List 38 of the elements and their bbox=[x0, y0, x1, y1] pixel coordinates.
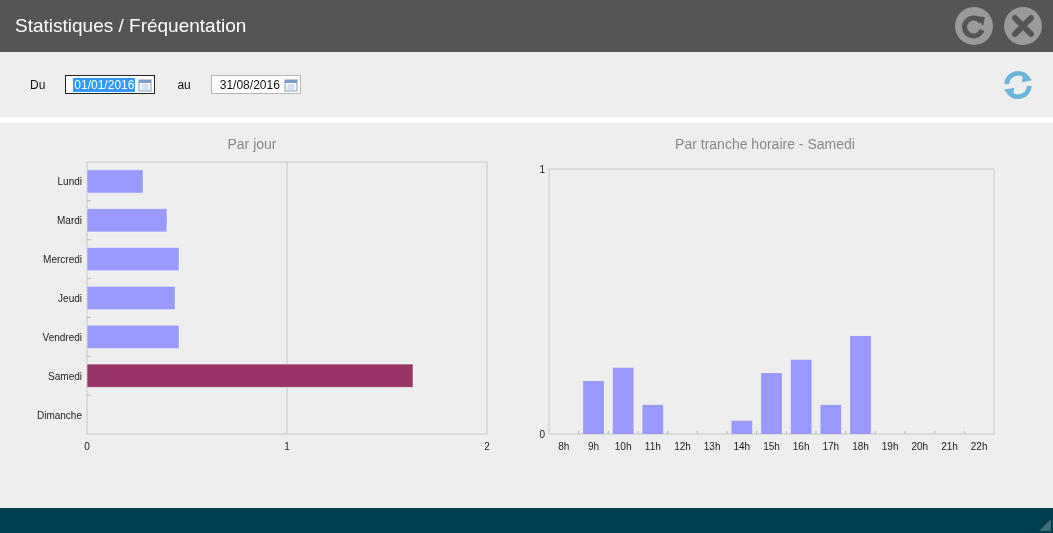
chart-title: Par jour bbox=[227, 136, 277, 152]
category-label: Mercredi bbox=[43, 254, 82, 266]
category-label: 16h bbox=[792, 441, 810, 452]
category-label: 11h bbox=[644, 441, 661, 452]
category-label: Vendredi bbox=[42, 331, 82, 343]
resize-grip-icon[interactable] bbox=[1039, 519, 1051, 531]
category-label: 18h bbox=[852, 441, 869, 452]
date-field[interactable]: 31/08/2016 bbox=[210, 75, 301, 94]
axis-tick-label: 1 bbox=[539, 164, 545, 175]
axis-tick-label: 2 bbox=[484, 441, 490, 452]
category-label: Lundi bbox=[57, 176, 82, 188]
close-icon[interactable] bbox=[1003, 6, 1043, 46]
category-label: 9h bbox=[587, 441, 600, 452]
chart-title: Par tranche horaire - Samedi bbox=[675, 136, 855, 152]
category-label: 17h bbox=[822, 441, 840, 452]
category-label: 13h bbox=[703, 441, 721, 452]
date-label: au bbox=[177, 77, 191, 92]
reload-icon[interactable] bbox=[954, 6, 994, 46]
category-label: Jeudi bbox=[58, 293, 82, 304]
category-label: Mardi bbox=[57, 215, 82, 227]
category-label: Dimanche bbox=[36, 409, 82, 421]
category-label: 19h bbox=[881, 441, 899, 452]
category-label: 15h bbox=[763, 441, 780, 452]
date-label: Du bbox=[30, 77, 46, 92]
calendar-icon[interactable] bbox=[283, 77, 298, 92]
axis-tick-label: 0 bbox=[539, 429, 545, 440]
window-title: Statistiques / Fréquentation bbox=[15, 15, 247, 37]
category-label: 8h bbox=[558, 441, 570, 452]
category-label: 12h bbox=[674, 441, 691, 452]
category-label: 14h bbox=[733, 441, 751, 452]
axis-tick-label: 1 bbox=[284, 441, 290, 452]
category-label: 10h bbox=[614, 441, 632, 452]
axis-tick-label: 0 bbox=[84, 441, 90, 452]
category-label: Samedi bbox=[48, 370, 82, 382]
category-label: 22h bbox=[970, 441, 988, 452]
calendar-icon[interactable] bbox=[138, 77, 153, 92]
category-label: 21h bbox=[941, 441, 958, 452]
category-label: 20h bbox=[911, 441, 929, 452]
